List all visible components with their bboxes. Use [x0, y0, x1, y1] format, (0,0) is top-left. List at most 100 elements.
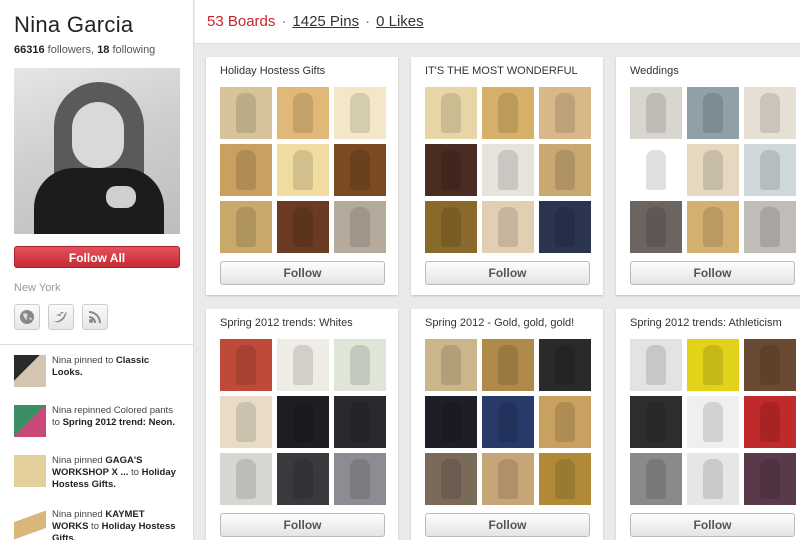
follow-board-button[interactable]: Follow: [630, 513, 795, 537]
follow-board-button[interactable]: Follow: [425, 513, 590, 537]
activity-item[interactable]: Nina pinned to Classic Looks.: [14, 355, 179, 387]
globe-icon[interactable]: [14, 304, 40, 330]
pin-thumbnail[interactable]: [744, 144, 796, 196]
pin-thumbnail[interactable]: [539, 87, 591, 139]
pin-thumbnail[interactable]: [482, 453, 534, 505]
pin-thumbnail[interactable]: [425, 144, 477, 196]
board-thumbnails[interactable]: [220, 339, 386, 505]
board-card[interactable]: Spring 2012 trends: Athleticism Follow: [616, 309, 800, 540]
pin-thumbnail[interactable]: [630, 201, 682, 253]
activity-board-link[interactable]: Spring 2012 trend: Neon.: [63, 417, 175, 428]
board-thumbnails[interactable]: [425, 339, 591, 505]
pin-thumbnail[interactable]: [425, 396, 477, 448]
pin-thumbnail[interactable]: [425, 453, 477, 505]
pin-thumbnail[interactable]: [334, 339, 386, 391]
separator: ·: [281, 13, 287, 30]
board-card[interactable]: Weddings Follow: [616, 57, 800, 295]
pin-thumbnail[interactable]: [220, 339, 272, 391]
activity-item[interactable]: Nina pinned GAGA'S WORKSHOP X ... to Hol…: [14, 455, 179, 491]
board-thumbnails[interactable]: [220, 87, 386, 253]
pin-thumbnail[interactable]: [482, 144, 534, 196]
pin-thumbnail[interactable]: [630, 453, 682, 505]
profile-stats-bar: 53 Boards · 1425 Pins · 0 Likes: [195, 0, 800, 44]
pin-thumbnail[interactable]: [539, 201, 591, 253]
pin-thumbnail[interactable]: [277, 339, 329, 391]
pin-thumbnail[interactable]: [334, 396, 386, 448]
pin-thumbnail[interactable]: [687, 453, 739, 505]
pin-thumbnail[interactable]: [744, 339, 796, 391]
pin-thumbnail[interactable]: [220, 201, 272, 253]
pin-thumbnail[interactable]: [630, 87, 682, 139]
pin-thumbnail[interactable]: [277, 87, 329, 139]
board-title[interactable]: Spring 2012 trends: Whites: [220, 317, 384, 335]
pin-thumbnail[interactable]: [539, 144, 591, 196]
pin-thumbnail[interactable]: [277, 453, 329, 505]
board-title[interactable]: Holiday Hostess Gifts: [220, 65, 384, 83]
pin-thumbnail[interactable]: [334, 453, 386, 505]
board-card[interactable]: Spring 2012 - Gold, gold, gold! Follow: [411, 309, 603, 540]
follow-board-button[interactable]: Follow: [425, 261, 590, 285]
board-thumbnails[interactable]: [630, 87, 796, 253]
pin-thumbnail[interactable]: [220, 453, 272, 505]
board-card[interactable]: IT'S THE MOST WONDERFUL Follow: [411, 57, 603, 295]
board-title[interactable]: IT'S THE MOST WONDERFUL: [425, 65, 589, 83]
pin-thumbnail[interactable]: [744, 453, 796, 505]
board-card[interactable]: Holiday Hostess Gifts Follow: [206, 57, 398, 295]
pin-thumbnail[interactable]: [687, 87, 739, 139]
pin-thumbnail[interactable]: [482, 396, 534, 448]
activity-item[interactable]: Nina pinned KAYMET WORKS to Holiday Host…: [14, 509, 179, 540]
board-thumbnails[interactable]: [630, 339, 796, 505]
pin-thumbnail[interactable]: [539, 396, 591, 448]
pin-thumbnail[interactable]: [630, 339, 682, 391]
boards-count-link[interactable]: 53 Boards: [207, 13, 275, 30]
pin-thumbnail[interactable]: [277, 396, 329, 448]
activity-thumbnail[interactable]: [14, 455, 46, 487]
pin-thumbnail[interactable]: [425, 339, 477, 391]
followers-label[interactable]: followers,: [48, 44, 94, 56]
likes-count-link[interactable]: 0 Likes: [376, 13, 424, 30]
pin-thumbnail[interactable]: [687, 339, 739, 391]
pin-thumbnail[interactable]: [687, 201, 739, 253]
pin-thumbnail[interactable]: [277, 201, 329, 253]
rss-icon[interactable]: [82, 304, 108, 330]
follow-all-button[interactable]: Follow All: [14, 246, 180, 268]
follow-board-button[interactable]: Follow: [220, 513, 385, 537]
pin-thumbnail[interactable]: [687, 396, 739, 448]
following-count[interactable]: 18: [97, 44, 109, 56]
pin-thumbnail[interactable]: [687, 144, 739, 196]
pin-thumbnail[interactable]: [482, 201, 534, 253]
pin-thumbnail[interactable]: [744, 201, 796, 253]
follow-board-button[interactable]: Follow: [630, 261, 795, 285]
twitter-icon[interactable]: [48, 304, 74, 330]
pin-thumbnail[interactable]: [482, 339, 534, 391]
pin-thumbnail[interactable]: [425, 87, 477, 139]
pin-thumbnail[interactable]: [630, 144, 682, 196]
pin-thumbnail[interactable]: [220, 87, 272, 139]
board-title[interactable]: Spring 2012 - Gold, gold, gold!: [425, 317, 589, 335]
pin-thumbnail[interactable]: [425, 201, 477, 253]
pin-thumbnail[interactable]: [539, 453, 591, 505]
pin-thumbnail[interactable]: [334, 201, 386, 253]
activity-thumbnail[interactable]: [14, 355, 46, 387]
pin-thumbnail[interactable]: [277, 144, 329, 196]
pins-count-link[interactable]: 1425 Pins: [292, 13, 359, 30]
board-title[interactable]: Weddings: [630, 65, 786, 83]
activity-item[interactable]: Nina repinned Colored pants to Spring 20…: [14, 405, 179, 437]
activity-thumbnail[interactable]: [14, 509, 46, 540]
board-title[interactable]: Spring 2012 trends: Athleticism: [630, 317, 786, 335]
followers-count[interactable]: 66316: [14, 44, 45, 56]
activity-thumbnail[interactable]: [14, 405, 46, 437]
follow-board-button[interactable]: Follow: [220, 261, 385, 285]
board-card[interactable]: Spring 2012 trends: Whites Follow: [206, 309, 398, 540]
board-thumbnails[interactable]: [425, 87, 591, 253]
pin-thumbnail[interactable]: [539, 339, 591, 391]
pin-thumbnail[interactable]: [744, 396, 796, 448]
pin-thumbnail[interactable]: [220, 144, 272, 196]
pin-thumbnail[interactable]: [744, 87, 796, 139]
pin-thumbnail[interactable]: [630, 396, 682, 448]
pin-thumbnail[interactable]: [220, 396, 272, 448]
pin-thumbnail[interactable]: [334, 87, 386, 139]
pin-thumbnail[interactable]: [482, 87, 534, 139]
following-label[interactable]: following: [113, 44, 156, 56]
pin-thumbnail[interactable]: [334, 144, 386, 196]
